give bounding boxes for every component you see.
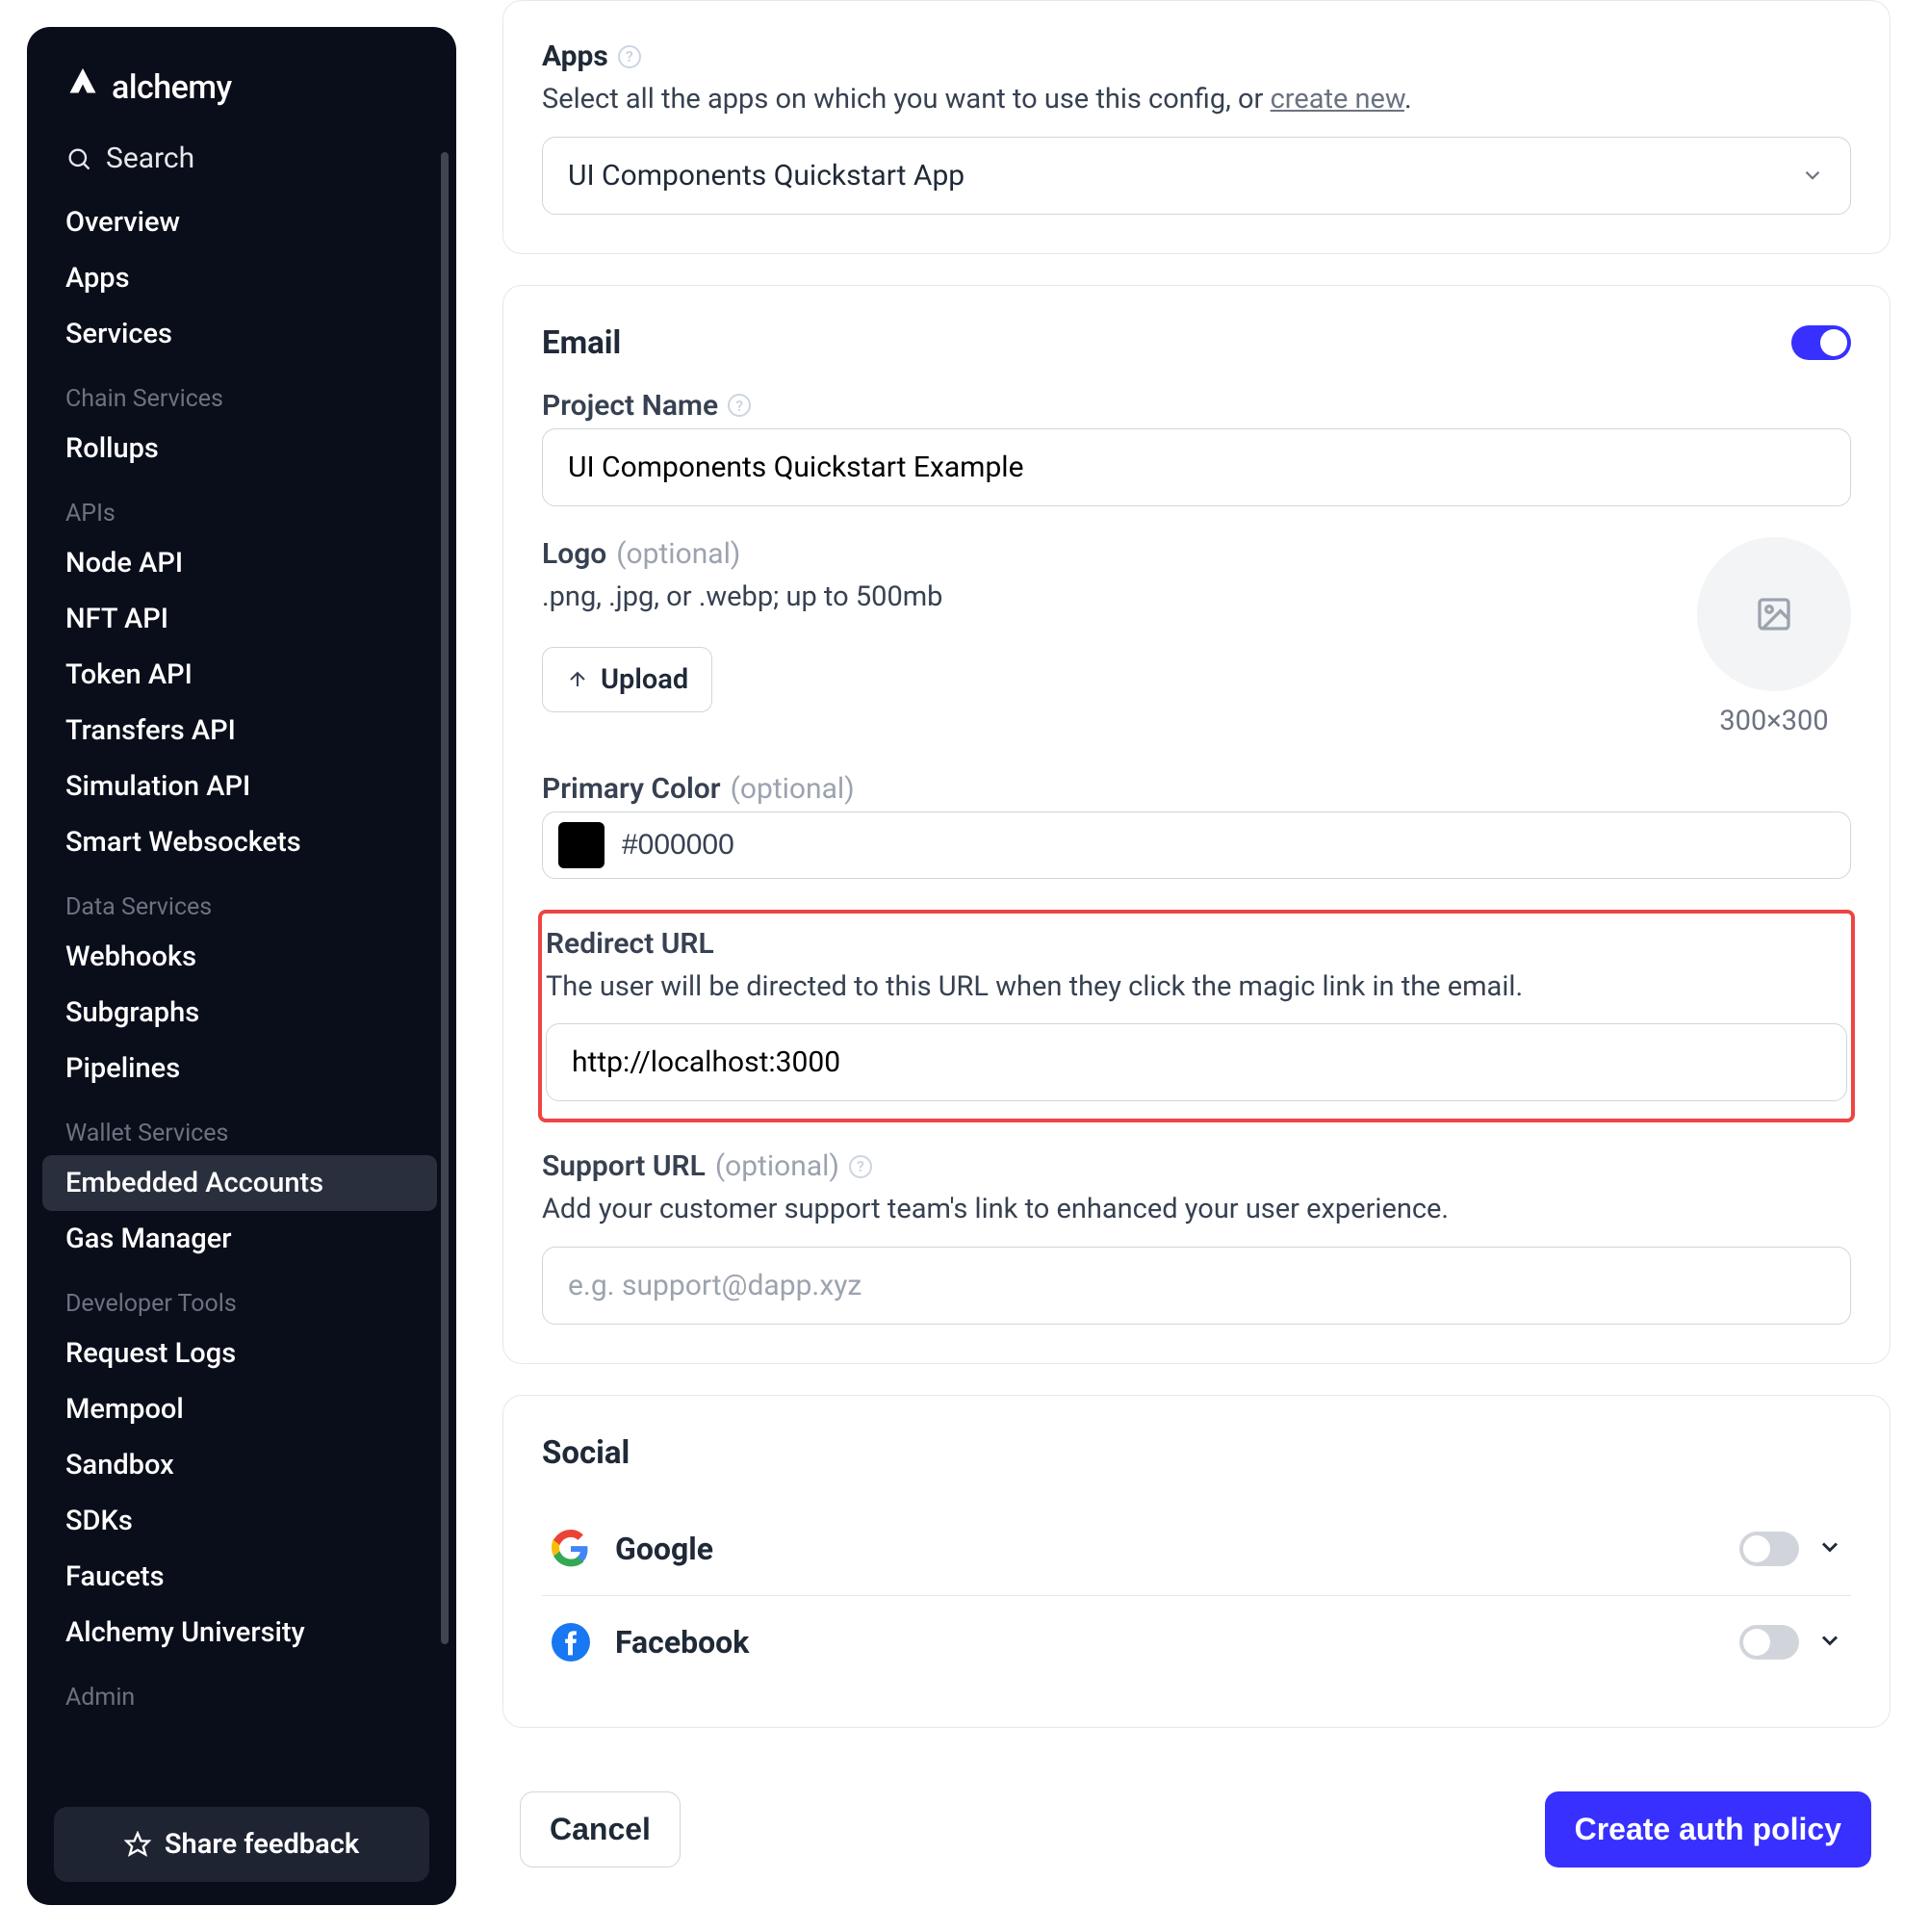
expand-facebook[interactable] bbox=[1816, 1627, 1843, 1658]
sidebar: alchemy Search OverviewAppsServices Chai… bbox=[27, 27, 456, 1905]
sidebar-item-node-api[interactable]: Node API bbox=[42, 535, 437, 591]
redirect-url-input[interactable] bbox=[546, 1023, 1847, 1101]
logo-label: Logo (optional) bbox=[542, 537, 942, 571]
project-name-input[interactable] bbox=[542, 428, 1851, 506]
sidebar-item-request-logs[interactable]: Request Logs bbox=[42, 1326, 437, 1381]
logo-dimensions: 300×300 bbox=[1697, 705, 1851, 737]
sidebar-item-subgraphs[interactable]: Subgraphs bbox=[42, 985, 437, 1041]
sidebar-item-pipelines[interactable]: Pipelines bbox=[42, 1041, 437, 1096]
sidebar-nav: OverviewAppsServices Chain ServicesRollu… bbox=[42, 194, 441, 1784]
brand-name: alchemy bbox=[112, 68, 232, 107]
support-url-desc: Add your customer support team's link to… bbox=[542, 1189, 1851, 1231]
sidebar-item-webhooks[interactable]: Webhooks bbox=[42, 929, 437, 985]
apps-selected-value: UI Components Quickstart App bbox=[568, 159, 964, 193]
logo-hint: .png, .jpg, or .webp; up to 500mb bbox=[542, 577, 942, 619]
sidebar-group-header: Data Services bbox=[42, 870, 437, 929]
sidebar-item-alchemy-university[interactable]: Alchemy University bbox=[42, 1605, 437, 1661]
email-card: Email Project Name ? Logo (optional) .pn… bbox=[502, 285, 1890, 1364]
sidebar-item-gas-manager[interactable]: Gas Manager bbox=[42, 1211, 437, 1267]
upload-icon bbox=[566, 668, 589, 691]
search-button[interactable]: Search bbox=[42, 132, 441, 194]
redirect-url-section: Redirect URL The user will be directed t… bbox=[538, 910, 1855, 1123]
expand-google[interactable] bbox=[1816, 1533, 1843, 1564]
sidebar-item-overview[interactable]: Overview bbox=[42, 194, 437, 250]
sidebar-item-embedded-accounts[interactable]: Embedded Accounts bbox=[42, 1155, 437, 1211]
social-provider-name: Facebook bbox=[615, 1624, 749, 1661]
share-feedback-button[interactable]: Share feedback bbox=[54, 1807, 429, 1882]
social-section-title: Social bbox=[542, 1434, 1851, 1472]
color-hex-input[interactable] bbox=[622, 829, 1835, 862]
brand-logo[interactable]: alchemy bbox=[42, 58, 441, 132]
email-section-title: Email bbox=[542, 324, 621, 362]
logo-preview[interactable] bbox=[1697, 537, 1851, 691]
sidebar-group-header: APIs bbox=[42, 477, 437, 535]
sidebar-group-header: Developer Tools bbox=[42, 1267, 437, 1326]
redirect-desc: The user will be directed to this URL wh… bbox=[542, 966, 1851, 1009]
sidebar-item-rollups[interactable]: Rollups bbox=[42, 421, 437, 477]
search-label: Search bbox=[106, 142, 194, 175]
image-icon bbox=[1755, 595, 1793, 633]
sidebar-item-services[interactable]: Services bbox=[42, 306, 437, 362]
cancel-button[interactable]: Cancel bbox=[520, 1791, 681, 1868]
sidebar-group-header: Wallet Services bbox=[42, 1096, 437, 1155]
feedback-label: Share feedback bbox=[165, 1828, 359, 1861]
apps-card: Apps ? Select all the apps on which you … bbox=[502, 0, 1890, 254]
redirect-label: Redirect URL bbox=[542, 927, 1851, 961]
help-icon[interactable]: ? bbox=[849, 1155, 872, 1178]
footer-bar: Cancel Create auth policy bbox=[481, 1763, 1929, 1906]
create-new-link[interactable]: create new bbox=[1271, 83, 1404, 116]
upload-button[interactable]: Upload bbox=[542, 647, 712, 712]
apps-description: Select all the apps on which you want to… bbox=[542, 79, 1851, 121]
sidebar-item-apps[interactable]: Apps bbox=[42, 250, 437, 306]
upload-label: Upload bbox=[601, 663, 688, 696]
chevron-down-icon bbox=[1816, 1627, 1843, 1654]
email-toggle[interactable] bbox=[1791, 325, 1851, 360]
chevron-down-icon bbox=[1800, 163, 1825, 188]
create-auth-policy-button[interactable]: Create auth policy bbox=[1545, 1791, 1871, 1868]
apps-select[interactable]: UI Components Quickstart App bbox=[542, 137, 1851, 215]
support-url-input[interactable] bbox=[542, 1247, 1851, 1325]
star-icon bbox=[124, 1831, 151, 1858]
help-icon[interactable]: ? bbox=[618, 45, 641, 68]
sidebar-item-mempool[interactable]: Mempool bbox=[42, 1381, 437, 1437]
primary-color-input[interactable] bbox=[542, 811, 1851, 879]
sidebar-item-faucets[interactable]: Faucets bbox=[42, 1549, 437, 1605]
sidebar-item-token-api[interactable]: Token API bbox=[42, 647, 437, 703]
sidebar-item-nft-api[interactable]: NFT API bbox=[42, 591, 437, 647]
support-url-label: Support URL (optional) ? bbox=[542, 1149, 1851, 1183]
sidebar-group-header: Admin bbox=[42, 1661, 437, 1719]
social-toggle-google[interactable] bbox=[1739, 1532, 1799, 1566]
social-provider-facebook: Facebook bbox=[542, 1596, 1851, 1688]
alchemy-logo-icon bbox=[65, 65, 100, 109]
social-toggle-facebook[interactable] bbox=[1739, 1625, 1799, 1660]
primary-color-label: Primary Color (optional) bbox=[542, 772, 1851, 806]
help-icon[interactable]: ? bbox=[728, 394, 751, 417]
social-provider-name: Google bbox=[615, 1531, 713, 1567]
sidebar-scrollbar[interactable] bbox=[441, 152, 449, 1644]
sidebar-item-transfers-api[interactable]: Transfers API bbox=[42, 703, 437, 759]
sidebar-item-simulation-api[interactable]: Simulation API bbox=[42, 759, 437, 814]
sidebar-item-smart-websockets[interactable]: Smart Websockets bbox=[42, 814, 437, 870]
main-content: Apps ? Select all the apps on which you … bbox=[483, 0, 1929, 1932]
facebook-icon bbox=[550, 1621, 592, 1663]
apps-label: Apps ? bbox=[542, 39, 1851, 73]
search-icon bbox=[65, 145, 92, 172]
chevron-down-icon bbox=[1816, 1533, 1843, 1560]
sidebar-item-sandbox[interactable]: Sandbox bbox=[42, 1437, 437, 1493]
google-icon bbox=[550, 1528, 592, 1570]
social-card: Social Google Facebook bbox=[502, 1395, 1890, 1728]
social-provider-google: Google bbox=[542, 1503, 1851, 1596]
sidebar-group-header: Chain Services bbox=[42, 362, 437, 421]
color-swatch[interactable] bbox=[558, 822, 604, 868]
project-name-label: Project Name ? bbox=[542, 389, 1851, 423]
sidebar-item-sdks[interactable]: SDKs bbox=[42, 1493, 437, 1549]
